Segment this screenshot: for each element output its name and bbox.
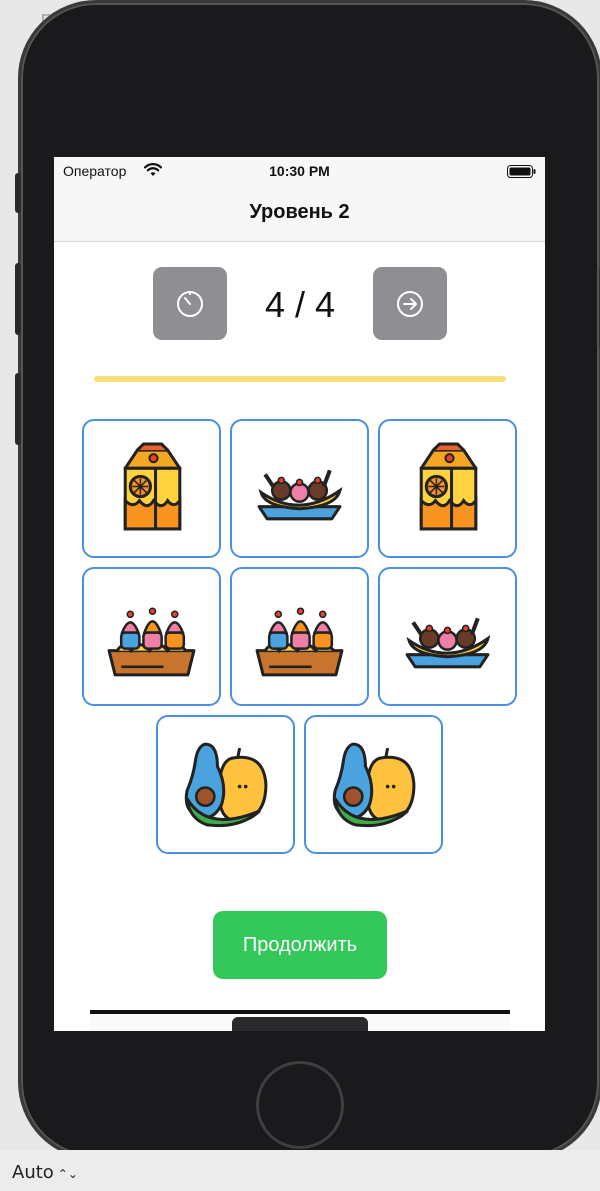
background-bottom-bar [0,1150,600,1191]
timer-icon [177,291,203,317]
next-button[interactable] [373,267,447,340]
memory-card[interactable] [230,419,369,558]
appearance-selector-label: Auto [12,1162,54,1183]
volume-up-button [15,263,21,335]
arrow-right-circle-icon [397,291,423,317]
memory-card[interactable] [378,567,517,706]
juice-carton-icon [123,442,182,531]
avocado-fruits-icon [184,742,268,828]
navigation-bar: Уровень 2 [54,185,545,242]
progress-bar-fill [94,376,506,382]
avocado-fruits-icon [332,742,416,828]
banana-split-icon [257,469,343,521]
mute-switch [15,173,21,213]
continue-button[interactable]: Продолжить [213,911,387,979]
memory-card[interactable] [156,715,295,854]
page-title: Уровень 2 [249,201,350,223]
banana-split-icon [405,617,491,669]
chevron-updown-icon: ⌃⌄ [57,1167,78,1181]
memory-card[interactable] [304,715,443,854]
banner-handle [232,1017,368,1031]
progress-counter: 4 / 4 [264,284,336,325]
app-screen: Оператор 10:30 PM Уровень 2 4 / 4 Продол… [54,157,545,1031]
timer-button[interactable] [153,267,227,340]
home-button[interactable] [256,1061,344,1149]
status-bar: Оператор 10:30 PM [54,157,545,185]
progress-bar [94,376,506,382]
cupcake-tray-icon [107,607,196,677]
memory-card[interactable] [230,567,369,706]
status-time: 10:30 PM [269,163,330,179]
battery-icon [507,165,536,178]
appearance-selector[interactable]: Auto ⌃⌄ [12,1162,78,1183]
juice-carton-icon [419,442,478,531]
memory-card[interactable] [82,419,221,558]
cupcake-tray-icon [255,607,344,677]
volume-down-button [15,373,21,445]
memory-card[interactable] [378,419,517,558]
memory-card[interactable] [82,567,221,706]
